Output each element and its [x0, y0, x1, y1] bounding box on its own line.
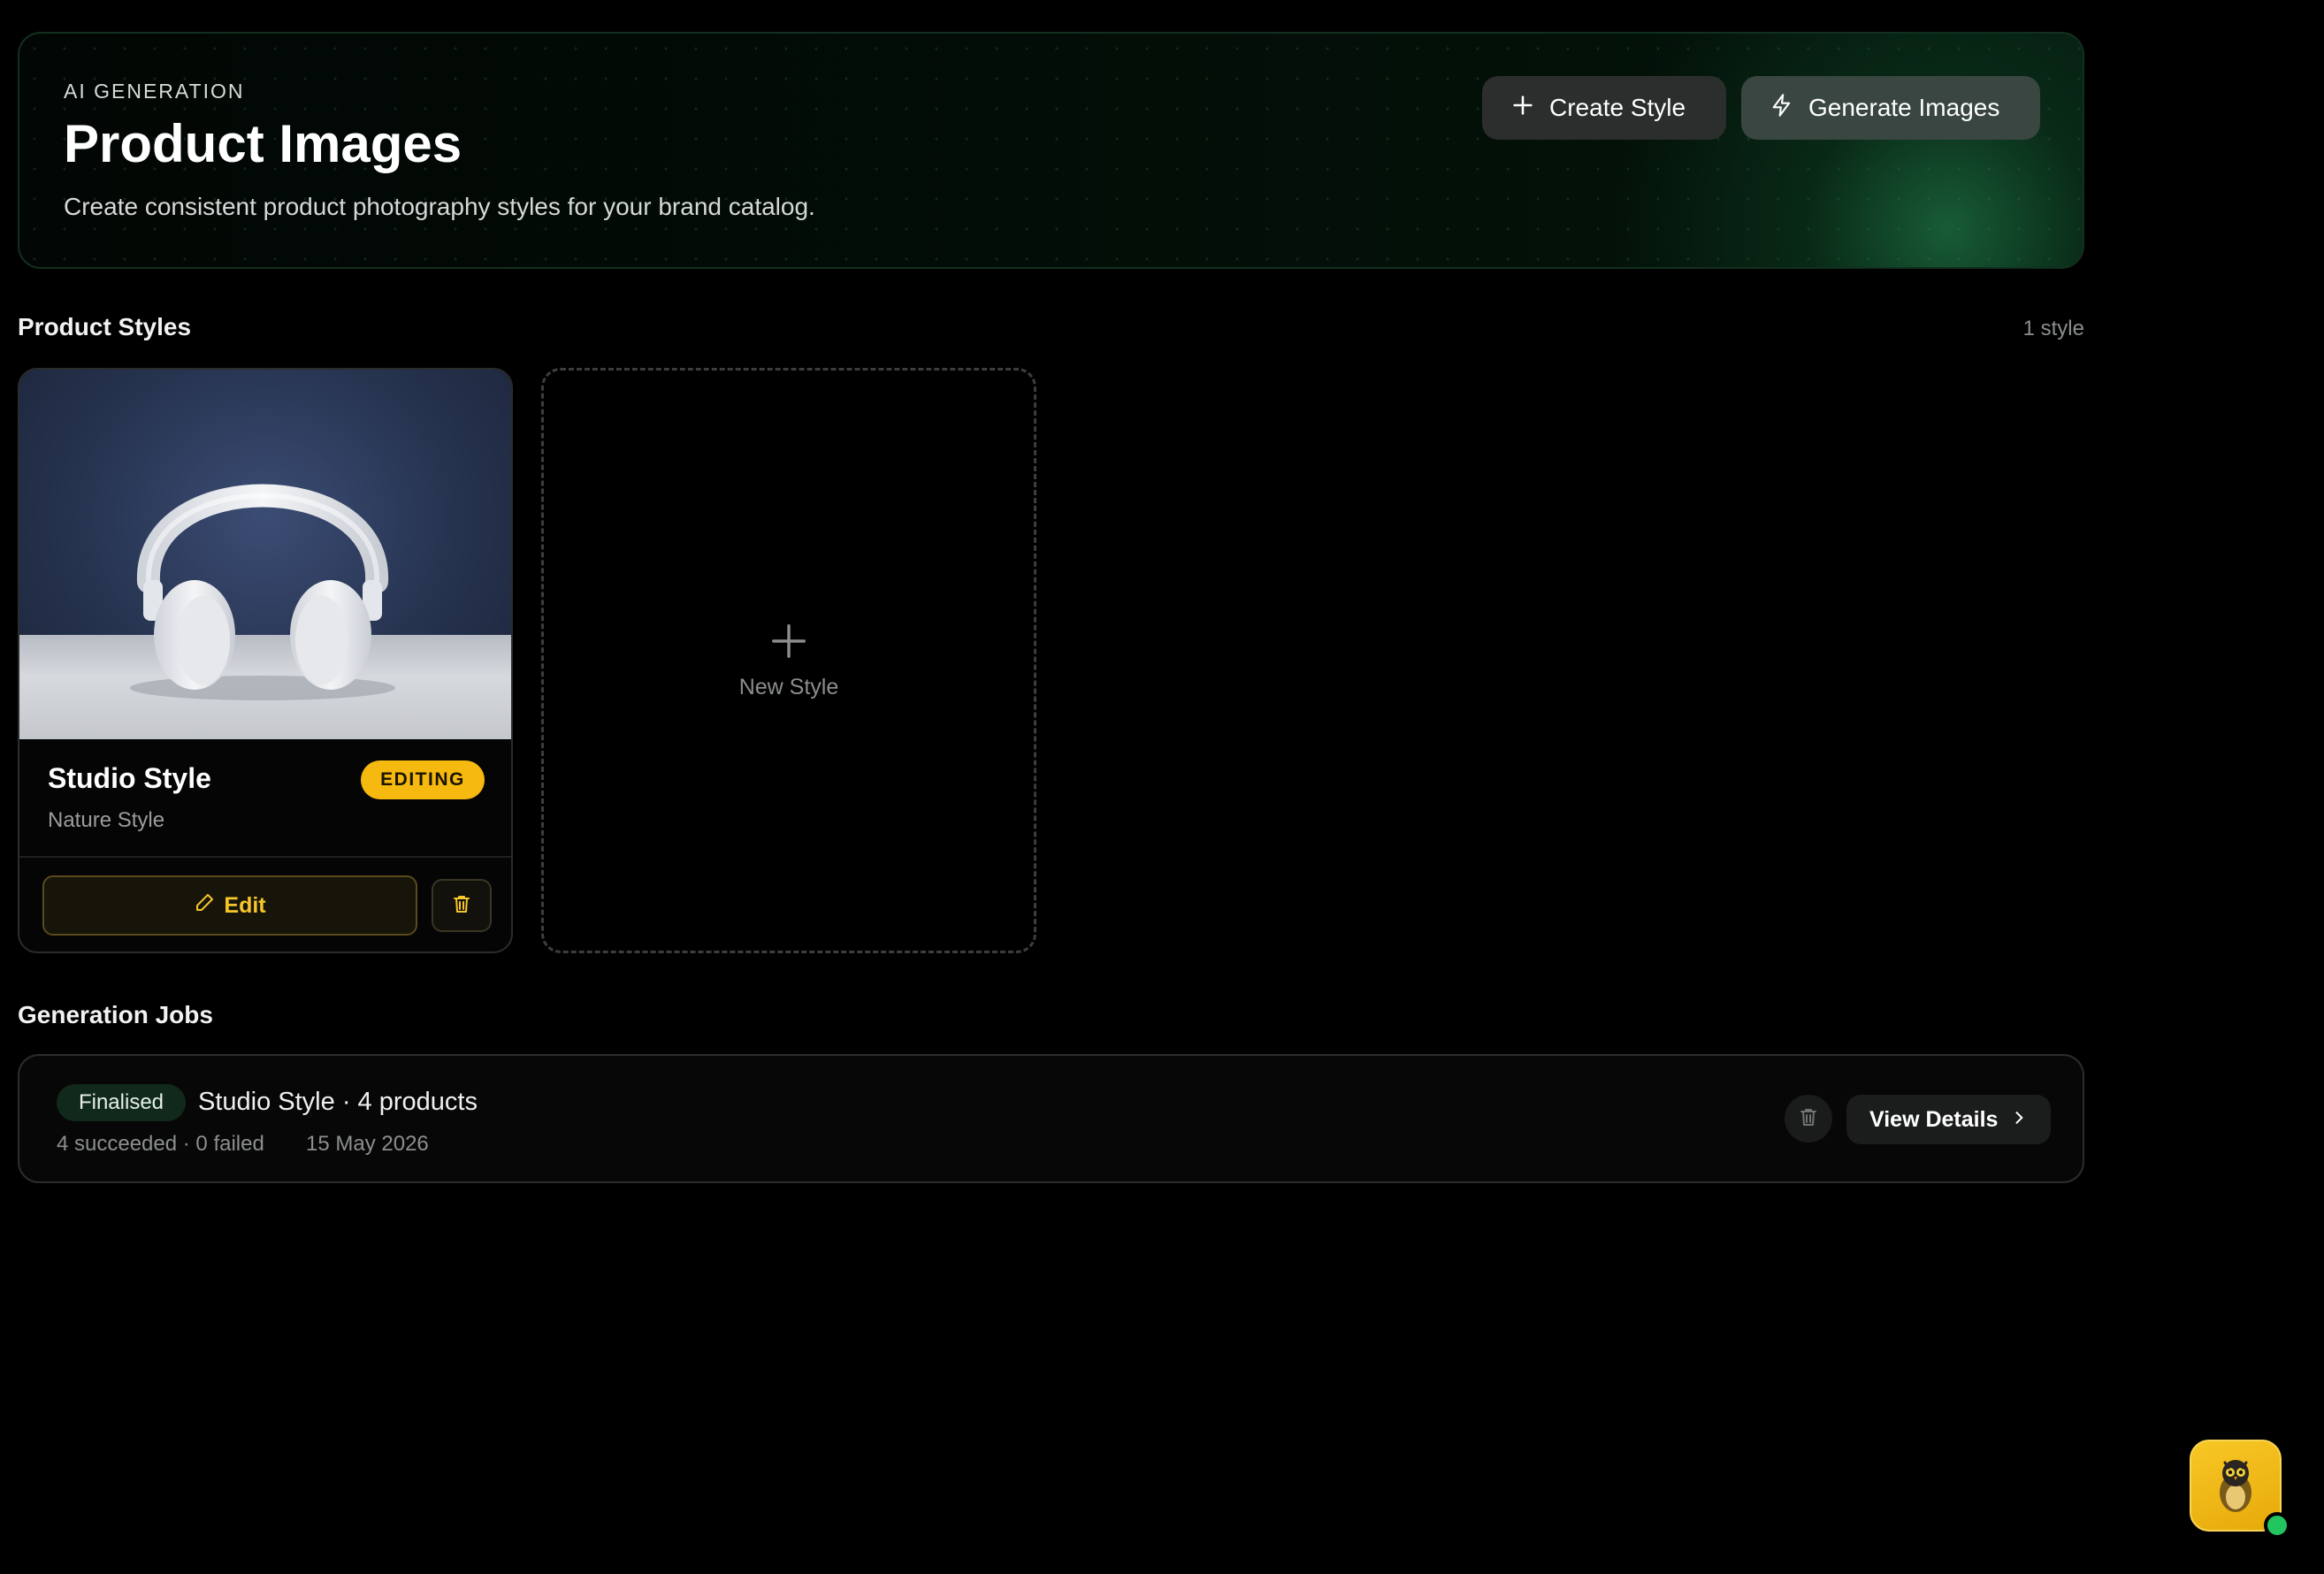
- status-badge: EDITING: [361, 760, 485, 799]
- style-thumbnail: [19, 370, 511, 739]
- job-row[interactable]: Finalised Studio Style · 4 products 4 su…: [18, 1054, 2084, 1183]
- page-title: Product Images: [64, 114, 463, 173]
- generation-jobs-heading: Generation Jobs: [18, 1001, 213, 1028]
- style-subtitle: Nature Style: [48, 808, 165, 832]
- view-details-label: View Details: [1869, 1106, 1999, 1132]
- job-date: 15 May 2026: [306, 1132, 429, 1156]
- new-style-card[interactable]: New Style: [541, 368, 1036, 953]
- edit-style-button[interactable]: Edit: [42, 875, 417, 936]
- job-status-badge: Finalised: [57, 1084, 186, 1121]
- delete-style-button[interactable]: [432, 879, 492, 932]
- plus-icon: [1510, 93, 1535, 124]
- hero-eyebrow: AI GENERATION: [64, 80, 245, 103]
- edit-label: Edit: [224, 892, 266, 918]
- style-card[interactable]: Studio Style EDITING Nature Style Edit: [18, 368, 513, 953]
- owl-mascot-icon: [2200, 1448, 2271, 1524]
- lightning-icon: [1770, 93, 1794, 124]
- generate-images-button[interactable]: Generate Images: [1741, 76, 2040, 140]
- card-divider: [19, 856, 511, 858]
- generate-images-label: Generate Images: [1808, 94, 2000, 121]
- style-title: Studio Style: [48, 762, 211, 794]
- product-styles-heading: Product Styles: [18, 313, 192, 340]
- online-status-indicator: [2264, 1512, 2290, 1539]
- view-details-button[interactable]: View Details: [1846, 1095, 2052, 1144]
- hero-banner: AI GENERATION Product Images Create cons…: [18, 32, 2084, 269]
- trash-icon: [451, 893, 472, 919]
- pencil-icon: [194, 892, 215, 920]
- create-style-label: Create Style: [1549, 94, 1686, 121]
- new-style-label: New Style: [738, 675, 839, 699]
- job-title: Studio Style · 4 products: [198, 1088, 478, 1116]
- plus-icon: [768, 621, 809, 666]
- delete-job-button[interactable]: [1785, 1095, 1832, 1142]
- create-style-button[interactable]: Create Style: [1482, 76, 1726, 140]
- styles-count: 1 style: [2022, 317, 2084, 340]
- trash-icon: [1798, 1106, 1819, 1132]
- page-subtitle: Create consistent product photography st…: [64, 193, 815, 220]
- chevron-right-icon: [2010, 1107, 2028, 1133]
- job-stats: 4 succeeded · 0 failed: [57, 1132, 264, 1156]
